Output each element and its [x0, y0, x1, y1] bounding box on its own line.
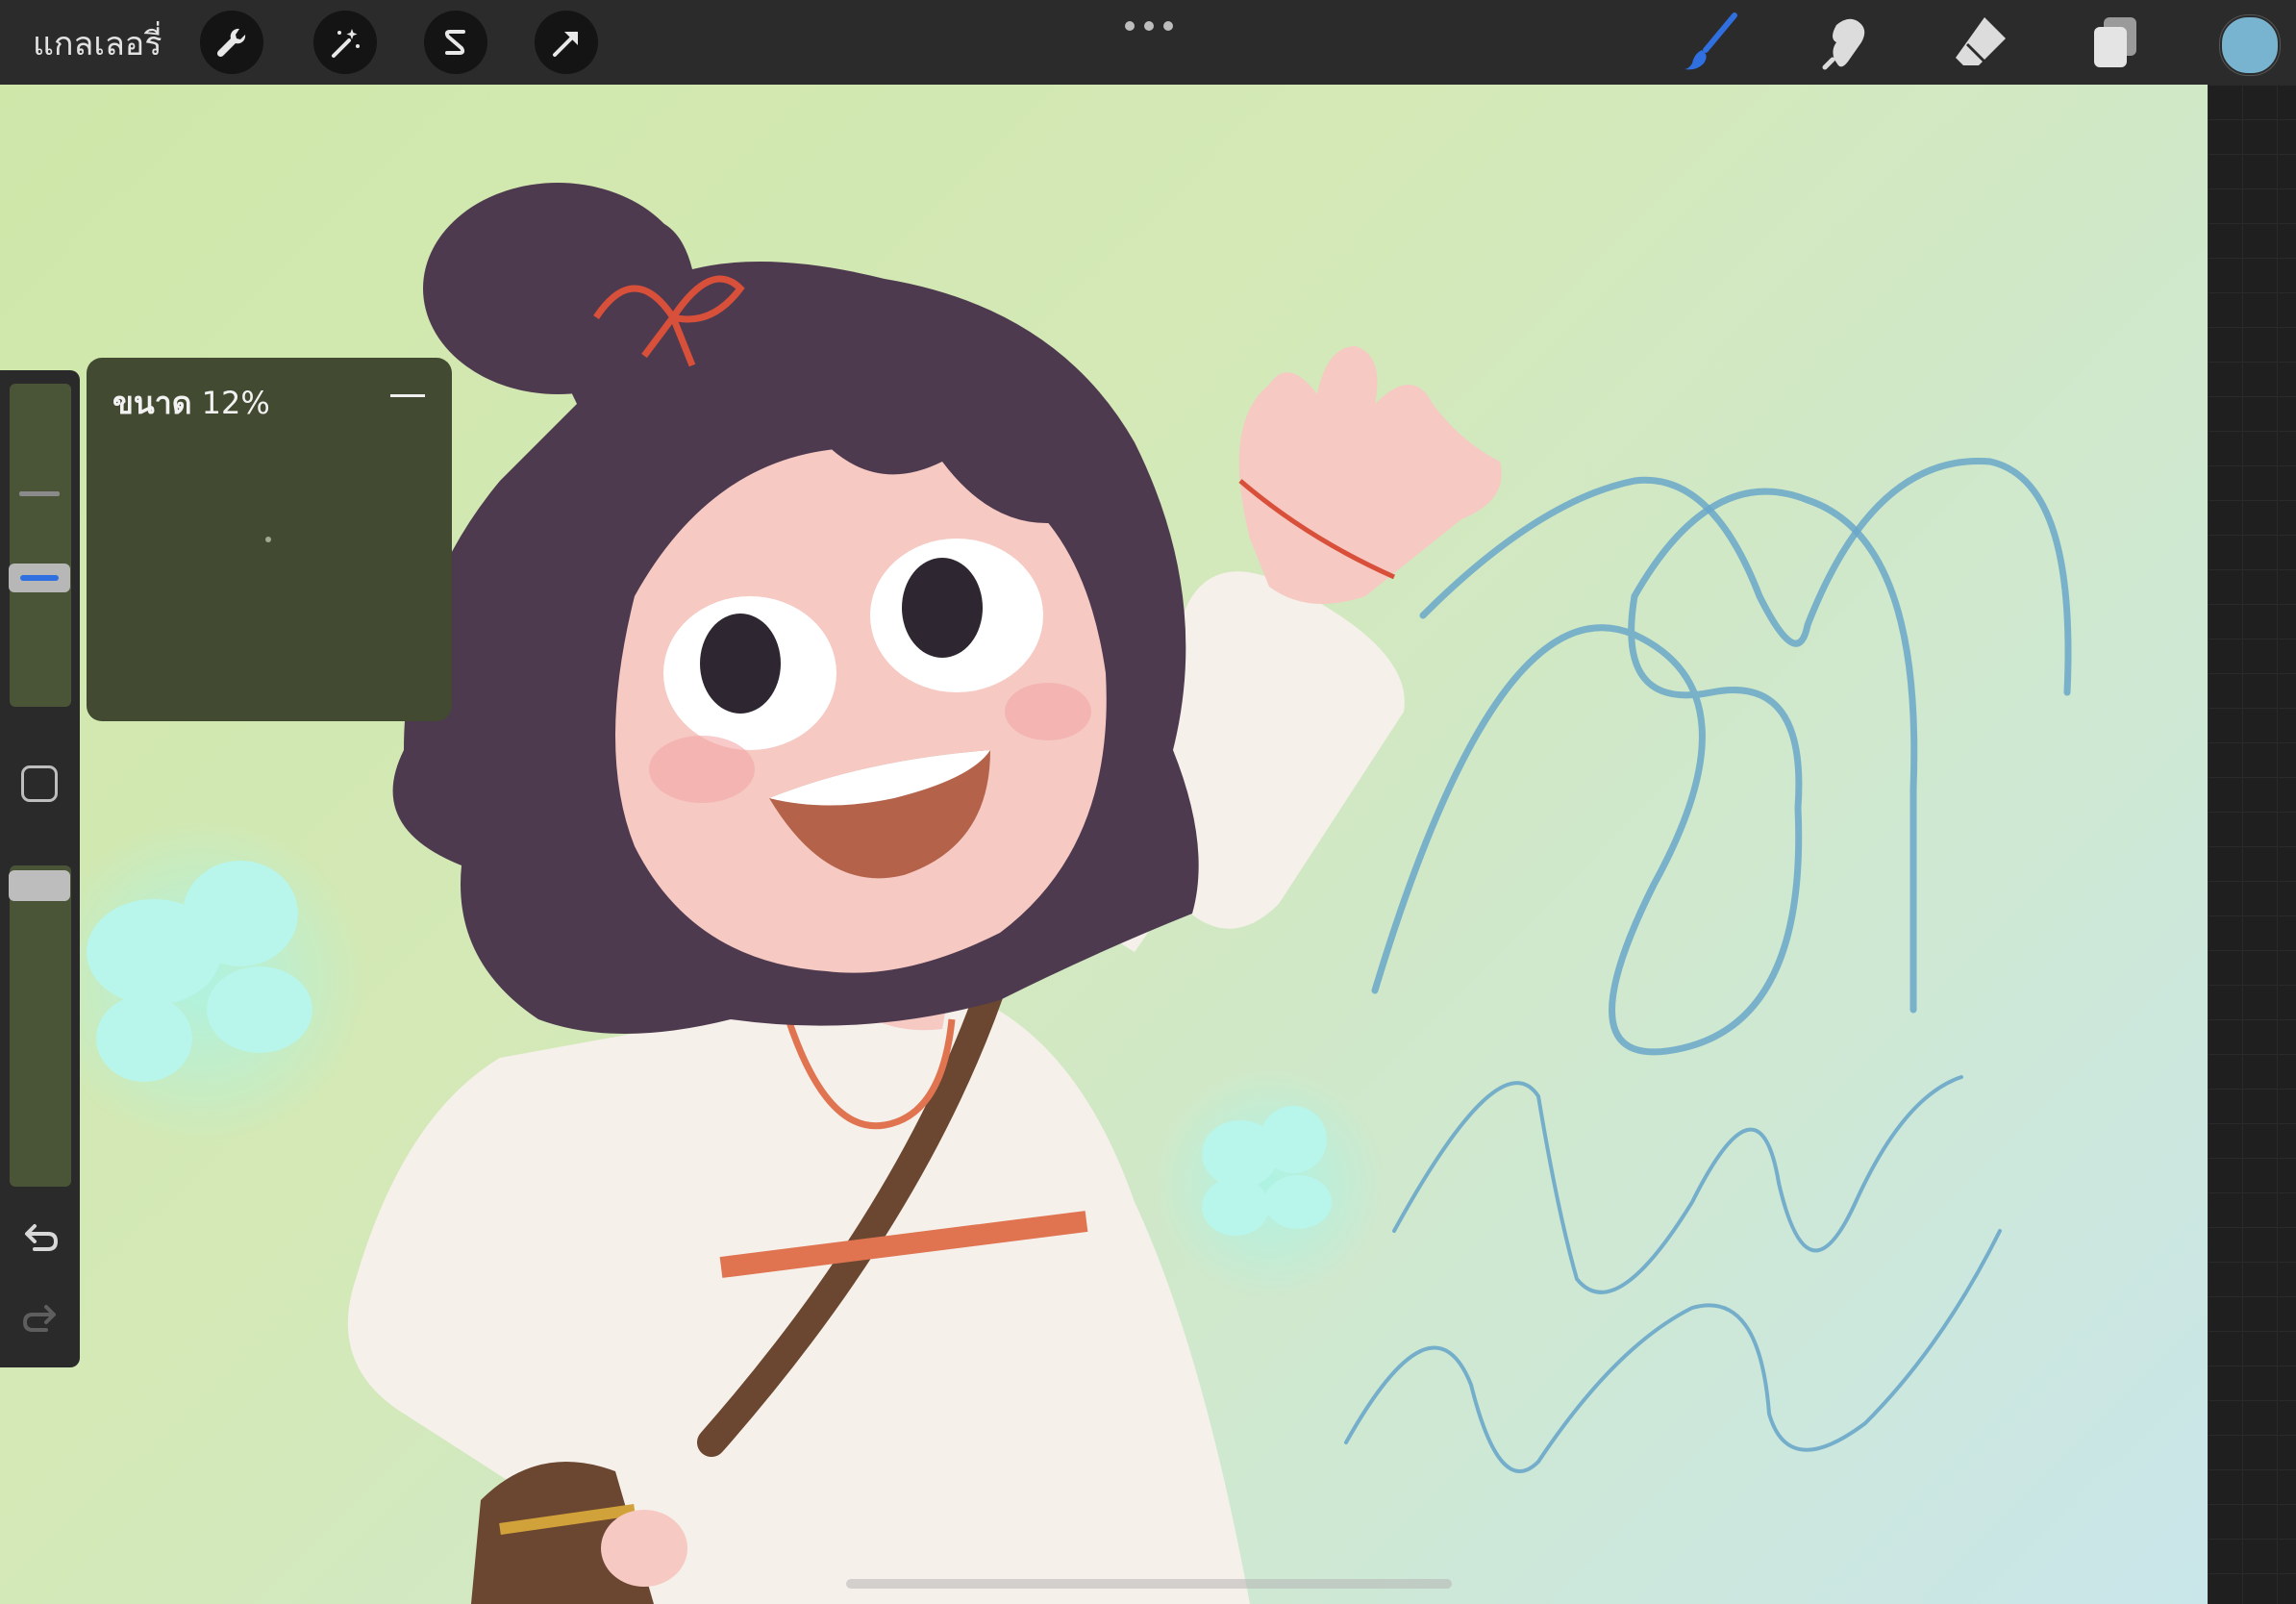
- brush-icon[interactable]: [1681, 12, 1742, 73]
- selection-button[interactable]: [424, 11, 487, 74]
- workspace-background: [2208, 85, 2296, 1604]
- redo-icon[interactable]: [17, 1295, 63, 1341]
- side-toolbar: [0, 370, 80, 1367]
- smudge-icon[interactable]: [1815, 12, 1877, 73]
- brush-size-slider[interactable]: [10, 384, 71, 707]
- blue-squiggles: [1344, 457, 2072, 1473]
- selection-s-icon: [444, 30, 465, 55]
- drawing-canvas[interactable]: [0, 85, 2208, 1604]
- top-toolbar: แกลเลอรี่: [0, 0, 2296, 85]
- arrow-cursor-icon: [553, 32, 578, 57]
- color-picker-swatch[interactable]: [2220, 15, 2280, 75]
- brush-size-readout: ขนาด 12%: [112, 379, 270, 428]
- transform-button[interactable]: [535, 11, 598, 74]
- modify-button[interactable]: [21, 765, 58, 802]
- magic-wand-icon: [332, 29, 360, 58]
- brush-opacity-slider[interactable]: [10, 865, 71, 1187]
- brush-opacity-slider-knob[interactable]: [9, 870, 70, 901]
- size-slider-mark: [19, 491, 60, 496]
- gallery-button[interactable]: แกลเลอรี่: [33, 17, 162, 69]
- butterfly-glow: [1154, 1067, 1385, 1298]
- brush-size-value: 12%: [201, 385, 270, 421]
- home-indicator[interactable]: [846, 1579, 1452, 1589]
- brush-preview-dot: [265, 537, 271, 542]
- eraser-icon[interactable]: [1950, 12, 2011, 73]
- wrench-icon: [216, 28, 246, 58]
- brush-size-popup: ขนาด 12%: [87, 358, 452, 721]
- adjustments-button[interactable]: [313, 11, 377, 74]
- layers-icon[interactable]: [2084, 12, 2146, 73]
- dash-icon[interactable]: [390, 394, 425, 397]
- undo-icon[interactable]: [17, 1215, 63, 1261]
- brush-size-slider-knob[interactable]: [9, 564, 70, 592]
- brush-size-label: ขนาด: [112, 385, 192, 421]
- girl-character: [347, 183, 1502, 1604]
- size-knob-indicator: [20, 575, 59, 581]
- ellipsis-icon[interactable]: [1123, 19, 1175, 33]
- artwork: [38, 183, 2072, 1604]
- actions-button[interactable]: [200, 11, 263, 74]
